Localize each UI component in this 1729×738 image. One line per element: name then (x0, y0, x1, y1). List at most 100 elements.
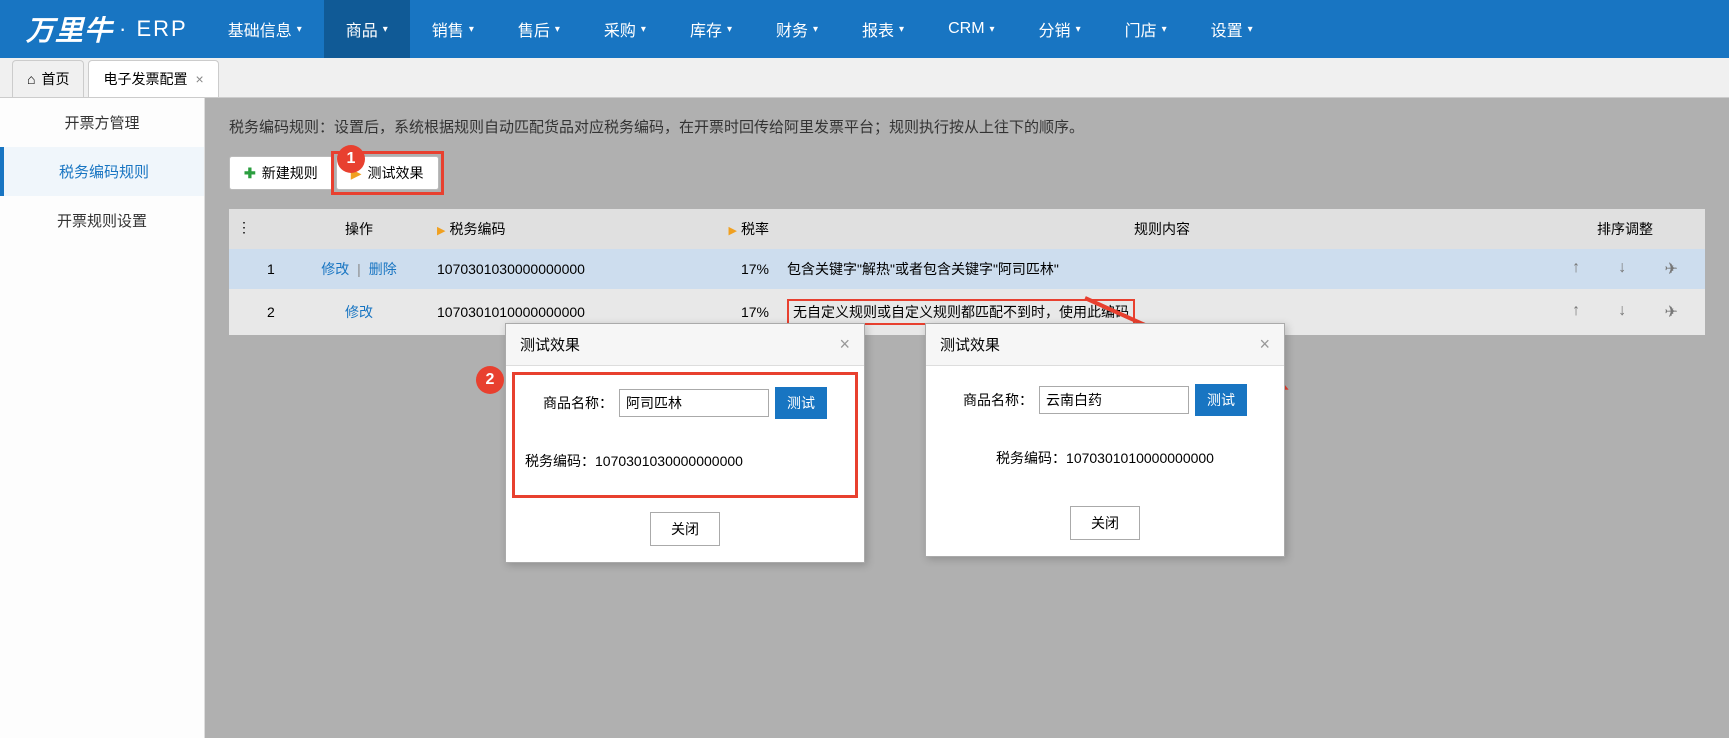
product-name-label: 商品名称： (963, 390, 1033, 410)
sort-indicator-icon: ▶ (729, 225, 737, 237)
chevron-down-icon: ▾ (297, 24, 302, 35)
nav-settings[interactable]: 设置▾ (1189, 0, 1275, 58)
col-rule-content: 规则内容 (779, 209, 1545, 249)
rules-table: ⋮ 操作 ▶税务编码 ▶税率 规则内容 排序调整 1 修改 | 删除 10703… (229, 209, 1705, 335)
col-index (259, 209, 289, 249)
nav-report[interactable]: 报表▾ (840, 0, 926, 58)
main-layout: 开票方管理 税务编码规则 开票规则设置 税务编码规则：设置后，系统根据规则自动匹… (0, 98, 1729, 738)
chevron-down-icon: ▾ (469, 24, 474, 35)
logo-brand: 万里牛 (26, 9, 113, 49)
dialog-footer: 关闭 (926, 498, 1284, 556)
product-name-label: 商品名称： (543, 393, 613, 413)
dialog-body: 商品名称： 测试 税务编码：1070301010000000000 (926, 366, 1284, 498)
move-top-icon[interactable]: ✈ (1664, 302, 1677, 322)
tab-bar: ⌂ 首页 电子发票配置 × (0, 58, 1729, 98)
row-rule: 包含关键字"解热"或者包含关键字"阿司匹林" (779, 249, 1545, 289)
row-ops: 修改 | 删除 (289, 249, 429, 289)
col-drag-handle[interactable]: ⋮ (229, 209, 259, 249)
annotation-highlight-rule: 无自定义规则或自定义规则都匹配不到时，使用此编码 (787, 299, 1135, 325)
tab-home-label: 首页 (41, 69, 69, 89)
plus-icon: ✚ (244, 165, 256, 182)
close-icon[interactable]: × (195, 71, 203, 87)
toolbar: ✚ 新建规则 1 ▶ 测试效果 (229, 151, 1705, 195)
col-op: 操作 (289, 209, 429, 249)
annotation-badge-2: 2 (476, 366, 504, 394)
dialog-footer: 关闭 (506, 504, 864, 562)
move-down-icon[interactable]: ↓ (1618, 302, 1626, 322)
nav-product[interactable]: 商品▾ (324, 0, 410, 58)
table-header: ⋮ 操作 ▶税务编码 ▶税率 规则内容 排序调整 (229, 209, 1705, 249)
sidebar-item-issuer-mgmt[interactable]: 开票方管理 (0, 98, 204, 147)
chevron-down-icon: ▾ (727, 24, 732, 35)
nav-store[interactable]: 门店▾ (1103, 0, 1189, 58)
sidebar-item-invoice-rule[interactable]: 开票规则设置 (0, 196, 204, 245)
page-description: 税务编码规则：设置后，系统根据规则自动匹配货品对应税务编码，在开票时回传给阿里发… (229, 116, 1705, 137)
nav-sales[interactable]: 销售▾ (410, 0, 496, 58)
row-ops: 修改 (289, 292, 429, 332)
nav-distribution[interactable]: 分销▾ (1017, 0, 1103, 58)
sidebar-item-tax-code-rule[interactable]: 税务编码规则 (0, 147, 204, 196)
nav-crm[interactable]: CRM▾ (926, 0, 1016, 58)
row-sort-controls: ↑ ↓ ✈ (1545, 292, 1705, 332)
row-index: 2 (259, 294, 289, 330)
annotation-highlight-2: 商品名称： 测试 税务编码：1070301030000000000 (512, 372, 858, 498)
col-sort-adjust: 排序调整 (1545, 209, 1705, 249)
nav-finance[interactable]: 财务▾ (754, 0, 840, 58)
chevron-down-icon: ▾ (813, 24, 818, 35)
move-up-icon[interactable]: ↑ (1572, 302, 1580, 322)
edit-link[interactable]: 修改 (321, 261, 349, 277)
close-button[interactable]: 关闭 (650, 512, 720, 546)
home-icon: ⌂ (27, 71, 35, 87)
move-up-icon[interactable]: ↑ (1572, 259, 1580, 279)
chevron-down-icon: ▾ (990, 24, 995, 35)
nav-inventory[interactable]: 库存▾ (668, 0, 754, 58)
dialog-header: 测试效果 × (506, 324, 864, 366)
tab-invoice-config[interactable]: 电子发票配置 × (88, 60, 218, 97)
col-tax-code: ▶税务编码 (429, 209, 699, 249)
test-dialog-2: 测试效果 × 商品名称： 测试 税务编码：1070301010000000000… (925, 323, 1285, 557)
close-button[interactable]: 关闭 (1070, 506, 1140, 540)
row-tax-code: 1070301030000000000 (429, 251, 699, 287)
annotation-badge-1: 1 (337, 145, 365, 173)
chevron-down-icon: ▾ (1162, 24, 1167, 35)
move-down-icon[interactable]: ↓ (1618, 259, 1626, 279)
new-rule-button[interactable]: ✚ 新建规则 (229, 156, 333, 190)
nav-aftersale[interactable]: 售后▾ (496, 0, 582, 58)
dialog-title: 测试效果 (520, 334, 580, 355)
edit-link[interactable]: 修改 (345, 304, 373, 320)
nav-basic-info[interactable]: 基础信息▾ (206, 0, 324, 58)
sidebar: 开票方管理 税务编码规则 开票规则设置 (0, 98, 205, 738)
delete-link[interactable]: 删除 (369, 261, 397, 277)
tab-home[interactable]: ⌂ 首页 (12, 60, 84, 97)
tab-label: 电子发票配置 (103, 69, 187, 89)
nav-purchase[interactable]: 采购▾ (582, 0, 668, 58)
row-rate: 17% (699, 251, 779, 287)
sort-indicator-icon: ▶ (437, 225, 445, 237)
top-nav: 万里牛 · ERP 基础信息▾ 商品▾ 销售▾ 售后▾ 采购▾ 库存▾ 财务▾ … (0, 0, 1729, 58)
dialog-input-row: 商品名称： 测试 (525, 387, 845, 419)
row-sort-controls: ↑ ↓ ✈ (1545, 249, 1705, 289)
content-area: 税务编码规则：设置后，系统根据规则自动匹配货品对应税务编码，在开票时回传给阿里发… (205, 98, 1729, 738)
test-button[interactable]: 测试 (775, 387, 827, 419)
dialog-title: 测试效果 (940, 334, 1000, 355)
chevron-down-icon: ▾ (1076, 24, 1081, 35)
chevron-down-icon: ▾ (1248, 24, 1253, 35)
nav-items: 基础信息▾ 商品▾ 销售▾ 售后▾ 采购▾ 库存▾ 财务▾ 报表▾ CRM▾ 分… (206, 0, 1275, 58)
dialog-result: 税务编码：1070301030000000000 (525, 443, 845, 491)
chevron-down-icon: ▾ (899, 24, 904, 35)
test-dialog-1: 测试效果 × 2 商品名称： 测试 税务编码：10703010300000000… (505, 323, 865, 563)
logo-product: · ERP (119, 16, 188, 42)
product-name-input[interactable] (619, 389, 769, 417)
logo: 万里牛 · ERP (0, 0, 206, 58)
chevron-down-icon: ▾ (383, 24, 388, 35)
test-button[interactable]: 测试 (1195, 384, 1247, 416)
table-row: 1 修改 | 删除 1070301030000000000 17% 包含关键字"… (229, 249, 1705, 289)
close-icon[interactable]: × (839, 334, 850, 355)
col-rate: ▶税率 (699, 209, 779, 249)
move-top-icon[interactable]: ✈ (1664, 259, 1677, 279)
dialog-header: 测试效果 × (926, 324, 1284, 366)
close-icon[interactable]: × (1259, 334, 1270, 355)
product-name-input[interactable] (1039, 386, 1189, 414)
dialog-input-row: 商品名称： 测试 (942, 384, 1268, 416)
dialog-result: 税务编码：1070301010000000000 (942, 440, 1268, 488)
